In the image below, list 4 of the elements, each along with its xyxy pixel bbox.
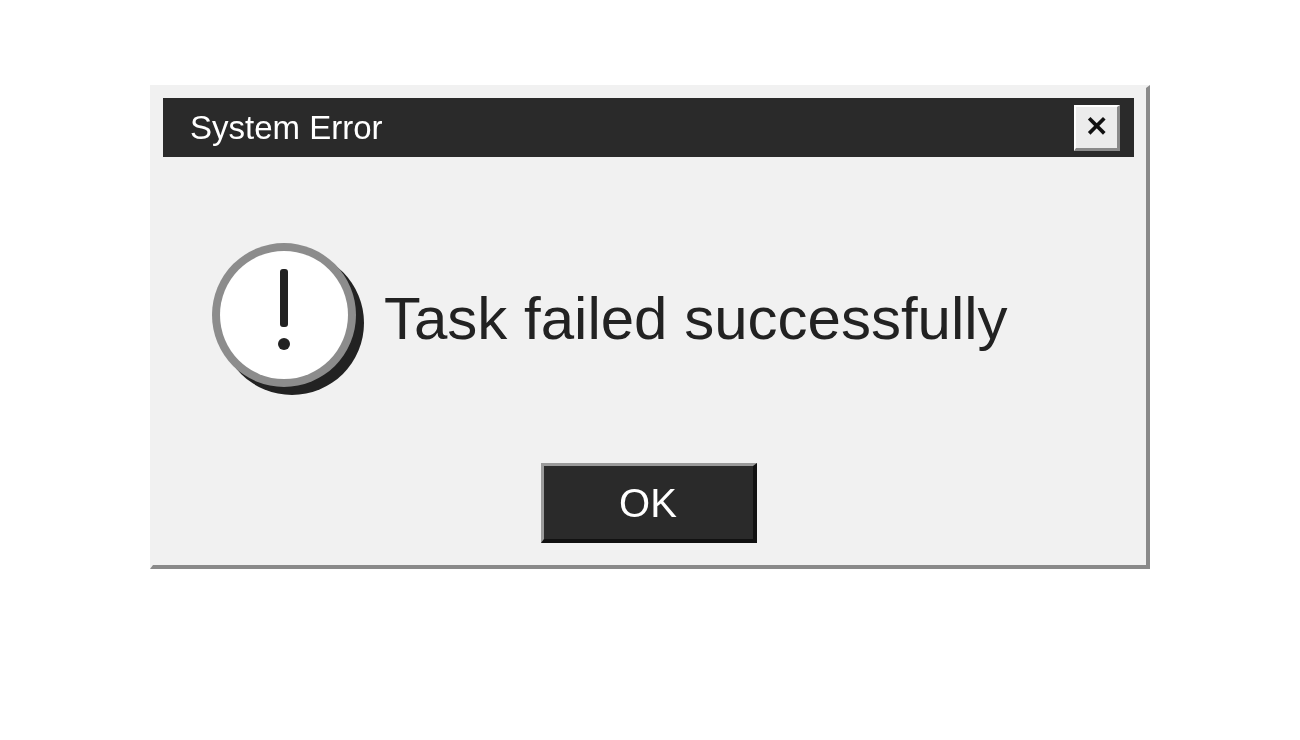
ok-button[interactable]: OK	[540, 463, 757, 543]
close-button[interactable]: ✕	[1074, 104, 1120, 151]
window-title: System Error	[190, 107, 383, 148]
error-message: Task failed successfully	[384, 284, 1008, 354]
